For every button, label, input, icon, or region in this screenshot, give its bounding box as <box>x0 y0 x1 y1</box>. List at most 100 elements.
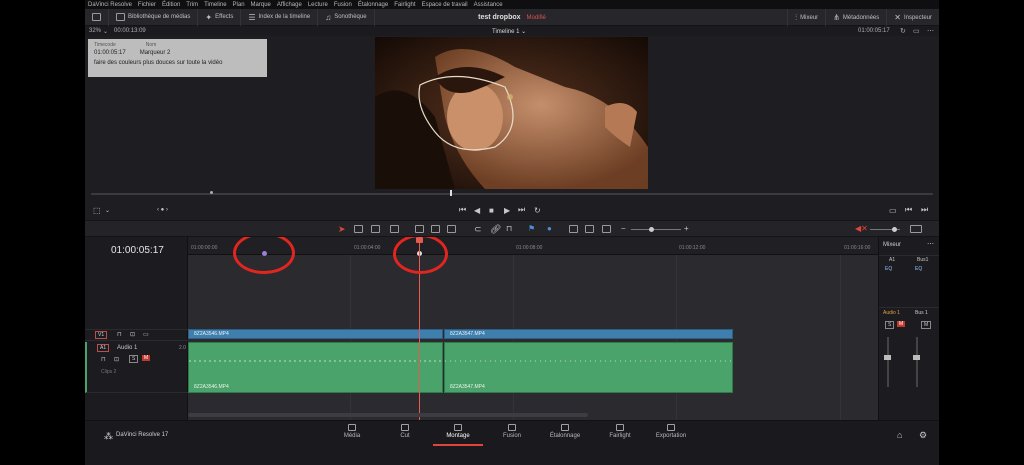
timeline-index-button[interactable]: ☰ Index de la timeline <box>241 8 319 26</box>
selection-tool-icon[interactable]: ➤ <box>338 224 346 235</box>
audio-autoselect-icon[interactable]: ⊡ <box>114 356 119 363</box>
home-icon[interactable]: ⌂ <box>897 430 902 440</box>
stop-button[interactable]: ■ <box>489 206 494 215</box>
audio-track-id[interactable]: A1 <box>97 344 110 352</box>
timeline-scrollbar[interactable] <box>188 413 588 417</box>
metadata-button[interactable]: ⋔ Métadonnées <box>826 9 888 26</box>
page-tab-fairlight[interactable]: Fairlight <box>605 424 635 446</box>
audio-clip-1[interactable]: 8Z2A3546.MP4 <box>188 342 444 393</box>
page-tab-media[interactable]: Média <box>340 424 364 446</box>
page-tab-color[interactable]: Étalonnage <box>547 424 583 446</box>
menu-clip[interactable]: Plan <box>233 2 245 8</box>
link-icon[interactable]: 🔗︎ <box>490 224 501 235</box>
sync-icon[interactable]: ↻ <box>900 27 906 35</box>
menu-app[interactable]: DaVinci Resolve <box>88 2 132 8</box>
snapping-icon[interactable]: ⊂ <box>474 224 482 235</box>
audio-lock-icon[interactable]: ⊓ <box>101 356 106 363</box>
go-to-start-button[interactable]: ⏮ <box>459 205 466 215</box>
sound-library-button[interactable]: ♫ Sonothèque <box>318 8 375 26</box>
menu-timeline[interactable]: Timeline <box>204 2 226 8</box>
mixer-button[interactable]: ⫶ Mixeur <box>787 9 827 26</box>
fader-ch1-track <box>887 337 889 387</box>
menu-file[interactable]: Fichier <box>138 2 156 8</box>
menu-mark[interactable]: Marque <box>251 2 271 8</box>
dynamic-trim-icon[interactable] <box>371 225 380 233</box>
audio-mute-icon[interactable]: ◀✕ <box>855 224 868 233</box>
audio-solo-button[interactable]: S <box>129 355 139 363</box>
fader-ch2-knob[interactable] <box>913 355 920 360</box>
clip-nav-icon[interactable]: ‹ ● › <box>157 207 168 213</box>
zoom-slider[interactable] <box>631 227 681 232</box>
zoom-chevron-icon[interactable]: ⌄ <box>103 28 108 35</box>
mixer-solo-button[interactable]: S <box>885 321 895 329</box>
video-clip-2[interactable]: 8Z2A3547.MP4 <box>444 329 733 339</box>
mixer-eq-ch1[interactable]: EQ <box>885 266 892 272</box>
loop-button[interactable]: ↻ <box>534 206 541 215</box>
audio-clip-2[interactable]: 8Z2A3547.MP4 <box>444 342 734 393</box>
mixer-mute-button[interactable]: M <box>897 321 906 327</box>
zoom-full-icon[interactable] <box>569 225 578 233</box>
next-frame-icon[interactable]: ⏭ <box>921 205 928 215</box>
page-tab-deliver[interactable]: Exportation <box>653 424 689 446</box>
menu-edit[interactable]: Édition <box>162 2 180 8</box>
volume-slider[interactable] <box>870 227 900 232</box>
scrub-playhead[interactable] <box>450 190 452 196</box>
trim-tool-icon[interactable] <box>354 225 363 233</box>
zoom-level[interactable]: 32% <box>89 28 101 34</box>
media-library-button[interactable]: Bibliothèque de médias <box>109 8 199 26</box>
inspector-button[interactable]: ✕ Inspecteur <box>887 9 939 26</box>
replace-clip-icon[interactable] <box>447 225 456 233</box>
page-tab-fusion[interactable]: Fusion <box>499 424 525 446</box>
menu-workspace[interactable]: Espace de travail <box>422 2 468 8</box>
play-button[interactable]: ▶ <box>504 206 510 215</box>
prev-frame-icon[interactable]: ⏮ <box>905 205 912 215</box>
page-tab-cut[interactable]: Cut <box>393 424 417 446</box>
play-reverse-button[interactable]: ◀ <box>474 206 480 215</box>
fader-ch1-knob[interactable] <box>884 355 891 360</box>
menu-view[interactable]: Affichage <box>277 2 302 8</box>
mixer-more-icon[interactable]: ⋯ <box>927 240 934 248</box>
page-tab-edit[interactable]: Montage <box>433 424 483 446</box>
mixer-eq-ch2[interactable]: EQ <box>915 266 922 272</box>
menu-fairlight[interactable]: Fairlight <box>394 2 415 8</box>
more-icon[interactable]: ⋯ <box>927 27 934 35</box>
video-clip-1[interactable]: 8Z2A3546.MP4 <box>188 329 443 339</box>
viewer-scrub-bar[interactable] <box>91 190 933 196</box>
effects-button[interactable]: ✦ Effects <box>198 8 242 26</box>
audio-meter-icon[interactable] <box>910 225 922 233</box>
zoom-slider-knob[interactable] <box>649 227 654 232</box>
viewer-mode-chevron-icon[interactable]: ⌄ <box>105 207 110 214</box>
overwrite-clip-icon[interactable] <box>431 225 440 233</box>
menu-help[interactable]: Assistance <box>474 2 503 8</box>
safe-area-icon[interactable]: ▭ <box>889 206 897 215</box>
lock-icon[interactable]: ⊓ <box>506 224 512 233</box>
video-lock-icon[interactable]: ⊓ <box>117 331 122 338</box>
timeline-area[interactable]: 01:00:00:00 01:00:04:00 01:00:08:00 01:0… <box>188 237 878 420</box>
video-autoselect-icon[interactable]: ⊡ <box>130 331 135 338</box>
zoom-custom-icon[interactable] <box>602 225 611 233</box>
audio-mute-button[interactable]: M <box>142 355 151 361</box>
viewer-mode-icon[interactable]: ⬚ <box>93 206 101 215</box>
zoom-out-icon[interactable]: − <box>621 224 626 233</box>
zoom-in-icon[interactable]: + <box>684 224 689 233</box>
insert-clip-icon[interactable] <box>415 225 424 233</box>
menu-playback[interactable]: Lecture <box>308 2 328 8</box>
menu-trim[interactable]: Trim <box>186 2 198 8</box>
menu-color[interactable]: Étalonnage <box>358 2 388 8</box>
menu-fusion[interactable]: Fusion <box>334 2 352 8</box>
audio-track-name[interactable]: Audio 1 <box>117 345 137 351</box>
volume-slider-knob[interactable] <box>892 227 897 232</box>
timeline-selector[interactable]: Timeline 1 ⌄ <box>492 28 526 35</box>
zoom-detail-icon[interactable] <box>585 225 594 233</box>
dual-view-icon[interactable]: ▭ <box>913 27 920 35</box>
marker-icon[interactable]: ● <box>547 224 552 233</box>
mixer-bus-mute-button[interactable]: M <box>921 321 932 329</box>
blade-tool-icon[interactable] <box>390 225 399 233</box>
video-visibility-icon[interactable]: ▭ <box>143 331 149 338</box>
settings-gear-icon[interactable]: ⚙ <box>919 430 927 441</box>
video-preview[interactable] <box>375 37 648 189</box>
video-track-id[interactable]: V1 <box>95 331 108 339</box>
panel-toggle-button[interactable] <box>85 8 109 26</box>
go-to-end-button[interactable]: ⏭ <box>518 205 525 215</box>
flag-icon[interactable]: ⚑ <box>528 224 535 233</box>
